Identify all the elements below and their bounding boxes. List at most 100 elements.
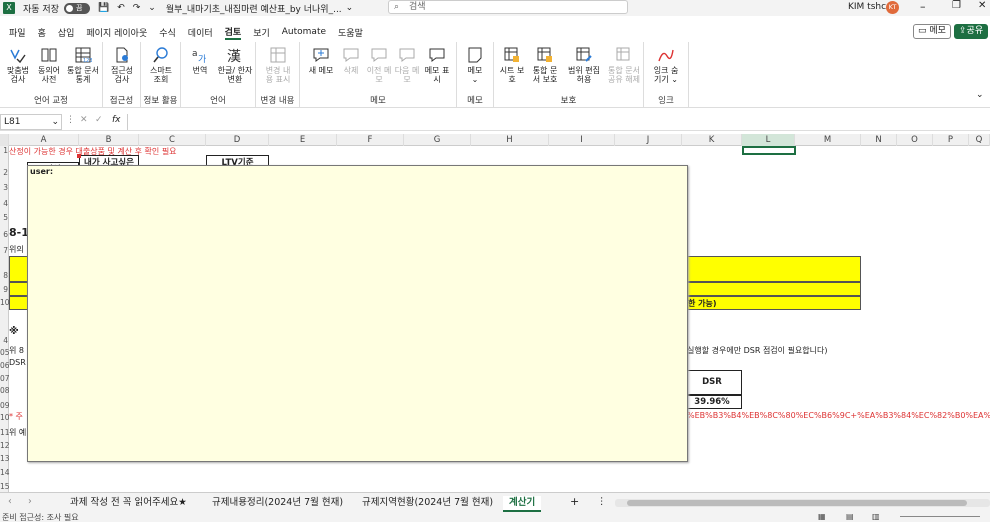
redo-icon[interactable]: ↷ xyxy=(133,3,141,13)
row-header-107[interactable]: 07 xyxy=(0,374,10,383)
unshare-workbook-button[interactable]: 통합 문서 공유 해제 xyxy=(606,46,642,84)
horizontal-scrollbar[interactable] xyxy=(615,499,990,507)
sheet-options-icon[interactable]: ⋮ xyxy=(597,496,607,507)
allow-edit-ranges-button[interactable]: 범위 편집 허용 xyxy=(566,46,602,84)
col-header-o[interactable]: O xyxy=(897,134,933,146)
close-icon[interactable]: ✕ xyxy=(978,0,986,11)
row-header-114[interactable]: 14 xyxy=(0,468,10,477)
menu-file[interactable]: 파일 xyxy=(9,26,26,39)
restore-icon[interactable]: ❐ xyxy=(952,0,961,11)
protect-workbook-button[interactable]: 통합 문서 보호 xyxy=(530,46,560,84)
row-header-104[interactable]: 4 xyxy=(0,336,9,345)
col-header-i[interactable]: I xyxy=(549,134,615,146)
col-header-g[interactable]: G xyxy=(404,134,471,146)
menu-formulas[interactable]: 수식 xyxy=(159,26,176,39)
add-sheet-icon[interactable]: + xyxy=(570,495,579,508)
hangul-hanja-button[interactable]: 漢 한글/ 한자 변환 xyxy=(217,46,253,84)
protect-sheet-button[interactable]: 시트 보호 xyxy=(497,46,527,84)
show-comments-button[interactable]: 메모 표시 xyxy=(422,46,452,84)
previous-comment-button[interactable]: 이전 메모 xyxy=(364,46,394,84)
workbook-stats-button[interactable]: 123 통합 문서 통계 xyxy=(65,46,101,84)
scroll-tabs-left-icon[interactable]: ‹ xyxy=(8,496,12,507)
row-header-6[interactable]: 6 xyxy=(0,230,9,239)
col-header-j[interactable]: J xyxy=(615,134,682,146)
hide-ink-button[interactable]: 잉크 숨기기 ⌄ xyxy=(651,46,681,84)
col-header-d[interactable]: D xyxy=(206,134,269,146)
undo-icon[interactable]: ↶ xyxy=(117,3,125,13)
row-header-1[interactable]: 1 xyxy=(0,146,9,155)
row-header-3[interactable]: 3 xyxy=(0,183,9,192)
col-header-e[interactable]: E xyxy=(269,134,337,146)
row-header-5[interactable]: 5 xyxy=(0,213,9,222)
col-header-b[interactable]: B xyxy=(79,134,139,146)
memo-button[interactable]: ▭ 메모 xyxy=(913,24,951,39)
row-header-8[interactable]: 8 xyxy=(0,271,9,280)
page-break-view-icon[interactable]: ▥ xyxy=(872,512,880,521)
menu-automate[interactable]: Automate xyxy=(282,27,326,37)
name-box[interactable]: L81 ⌄ xyxy=(0,114,62,130)
row-header-109[interactable]: 09 xyxy=(0,401,10,410)
row-header-105[interactable]: 05 xyxy=(0,348,10,357)
name-box-dropdown-icon[interactable]: ⌄ xyxy=(51,115,59,129)
col-header-h[interactable]: H xyxy=(471,134,549,146)
share-button[interactable]: ⇪공유 xyxy=(954,24,989,39)
tab-read-first[interactable]: 과제 작성 전 꼭 읽어주세요★ xyxy=(70,496,187,512)
quick-access-dropdown-icon[interactable]: ⌄ xyxy=(148,3,156,13)
col-header-n[interactable]: N xyxy=(861,134,897,146)
spelling-button[interactable]: 맞춤법 검사 xyxy=(3,46,33,84)
col-header-c[interactable]: C xyxy=(139,134,206,146)
normal-view-icon[interactable]: ▦ xyxy=(818,512,826,521)
minimize-icon[interactable]: – xyxy=(920,0,926,13)
zoom-slider[interactable] xyxy=(900,516,980,517)
row-header-9[interactable]: 9 xyxy=(0,285,9,294)
file-name[interactable]: 월부_내마기초_내집마련 예산표_by 너나위_... xyxy=(166,2,342,15)
dsr-label-cell[interactable]: DSR xyxy=(682,370,742,395)
row-header-7[interactable]: 7 xyxy=(0,246,9,255)
row-header-4[interactable]: 4 xyxy=(0,199,9,208)
autosave-toggle[interactable]: 끔 xyxy=(63,2,90,14)
select-all-corner[interactable] xyxy=(0,134,9,146)
row-header-2[interactable]: 2 xyxy=(0,168,9,177)
tab-regulated-areas[interactable]: 규제지역현황(2024년 7월 현재) xyxy=(362,496,493,512)
cancel-icon[interactable]: ✕ xyxy=(80,115,88,125)
menu-insert[interactable]: 삽입 xyxy=(58,26,75,39)
row-header-112[interactable]: 12 xyxy=(0,441,10,450)
col-header-m[interactable]: M xyxy=(795,134,861,146)
menu-review[interactable]: 검토 xyxy=(224,25,242,40)
menu-help[interactable]: 도움말 xyxy=(338,26,363,39)
smart-lookup-button[interactable]: 스마트 조회 xyxy=(146,46,176,84)
thesaurus-button[interactable]: 동의어 사전 xyxy=(34,46,64,84)
next-comment-button[interactable]: 다음 메모 xyxy=(392,46,422,84)
row-header-10[interactable]: 10 xyxy=(0,298,10,307)
save-icon[interactable]: 💾 xyxy=(98,3,109,13)
formula-input[interactable] xyxy=(127,114,990,130)
delete-comment-button[interactable]: 삭제 xyxy=(336,46,366,75)
avatar[interactable]: KT xyxy=(886,1,899,14)
menu-data[interactable]: 데이터 xyxy=(188,26,213,39)
col-header-l[interactable]: L xyxy=(742,134,795,146)
page-layout-view-icon[interactable]: ▤ xyxy=(846,512,854,521)
enter-icon[interactable]: ✓ xyxy=(95,115,103,125)
new-comment-button[interactable]: 새 메모 xyxy=(306,46,336,75)
col-header-p[interactable]: P xyxy=(933,134,969,146)
col-header-f[interactable]: F xyxy=(337,134,404,146)
show-changes-button[interactable]: 변경 내용 표시 xyxy=(263,46,293,84)
menu-page-layout[interactable]: 페이지 레이아웃 xyxy=(86,26,147,39)
tab-regulation-summary[interactable]: 규제내용정리(2024년 7월 현재) xyxy=(212,496,343,512)
comment-box[interactable]: user: xyxy=(27,165,688,462)
search-input[interactable]: ⌕ 검색 xyxy=(388,0,628,14)
user-name[interactable]: KIM tshc xyxy=(848,2,886,12)
row-header-111[interactable]: 11 xyxy=(0,428,10,437)
row-header-113[interactable]: 13 xyxy=(0,454,10,463)
translate-button[interactable]: a 가 번역 xyxy=(185,46,215,75)
collapse-ribbon-icon[interactable]: ⌄ xyxy=(976,90,984,100)
filename-chevron-icon[interactable]: ⌄ xyxy=(346,3,354,13)
menu-home[interactable]: 홈 xyxy=(38,26,46,39)
col-header-a[interactable]: A xyxy=(9,134,79,146)
accessibility-check-button[interactable]: 접근성 검사 xyxy=(107,46,137,84)
row-header-115[interactable]: 15 xyxy=(0,482,10,491)
row-header-108[interactable]: 08 xyxy=(0,386,10,395)
horizontal-scroll-thumb[interactable] xyxy=(627,500,967,506)
scroll-tabs-right-icon[interactable]: › xyxy=(28,496,32,507)
notes-button[interactable]: 메모 ⌄ xyxy=(460,46,490,84)
